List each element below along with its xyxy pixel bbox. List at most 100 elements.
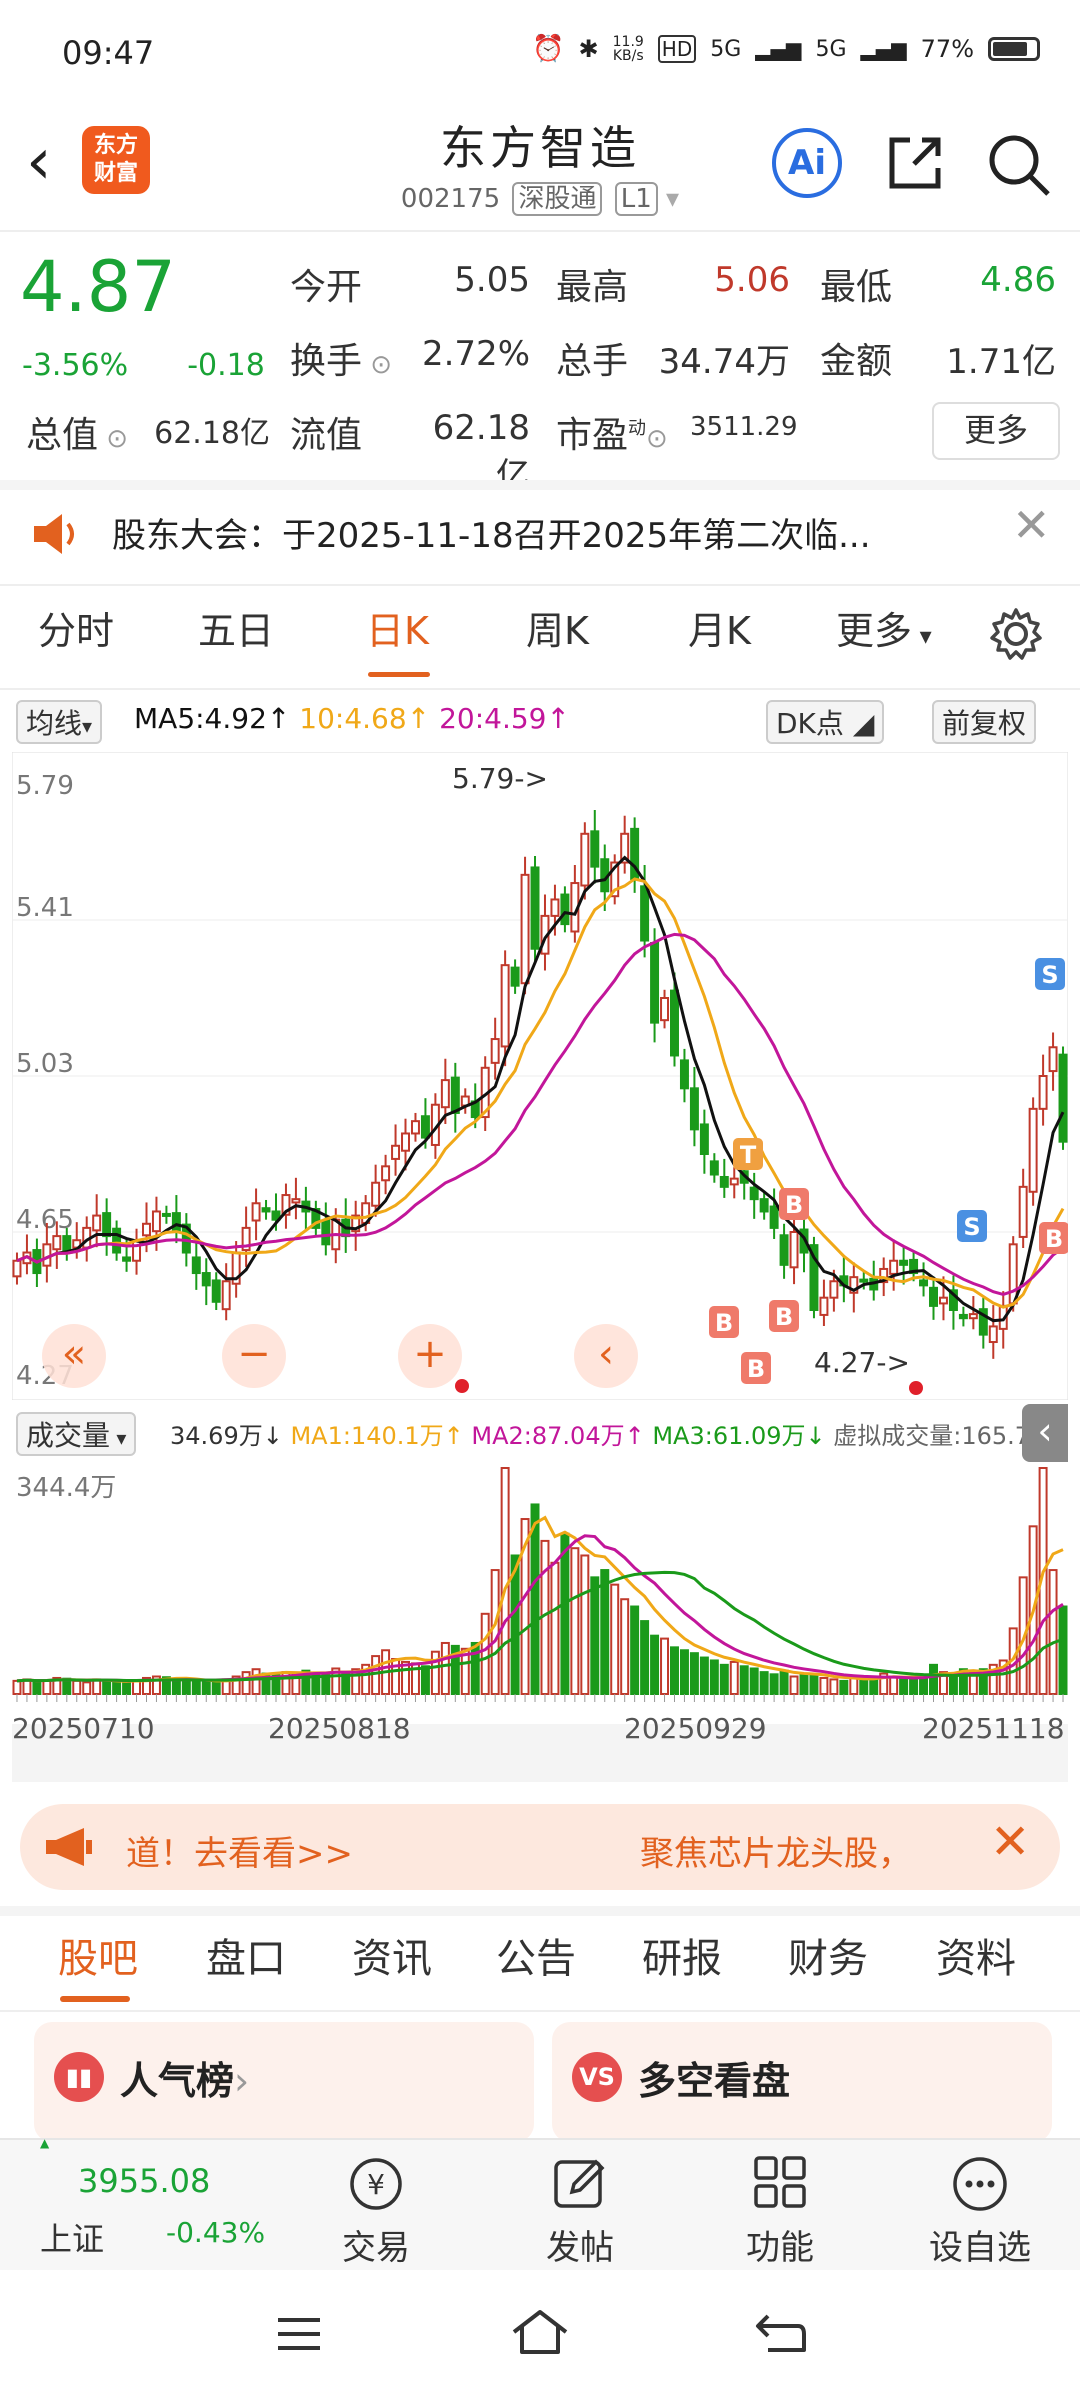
indicator-select[interactable]: 成交量 ▾ bbox=[16, 1412, 137, 1456]
tab-five-day[interactable]: 五日 bbox=[198, 600, 274, 655]
divider bbox=[0, 688, 1080, 690]
zoom-out-icon[interactable]: − bbox=[222, 1324, 286, 1388]
tab-orderbook[interactable]: 盘口 bbox=[206, 1926, 286, 1984]
candle-body bbox=[291, 1198, 301, 1204]
info-icon[interactable]: ⊙ bbox=[98, 424, 128, 454]
candle-body bbox=[1008, 1243, 1018, 1305]
divider bbox=[0, 2010, 1080, 2012]
candle-body bbox=[12, 1259, 22, 1278]
volume-bar bbox=[1058, 1605, 1068, 1695]
volume-bar bbox=[72, 1679, 82, 1696]
vol-ma2: MA2:87.04万↑ bbox=[471, 1422, 645, 1450]
volume-bar bbox=[1048, 1569, 1058, 1695]
vol-ma3: MA3:61.09万↓ bbox=[652, 1422, 826, 1450]
adjust-button[interactable]: 前复权 bbox=[932, 700, 1037, 744]
close-icon[interactable]: ✕ bbox=[990, 1814, 1030, 1870]
settings-gear-icon[interactable] bbox=[988, 606, 1044, 662]
candle-body bbox=[938, 1296, 948, 1305]
share-icon[interactable] bbox=[884, 132, 946, 194]
tab-daily-k[interactable]: 日K bbox=[366, 600, 429, 655]
volume-bar bbox=[809, 1674, 819, 1696]
signal-label: T bbox=[740, 1141, 757, 1169]
volume-bar bbox=[899, 1676, 909, 1695]
candle-body bbox=[321, 1219, 331, 1246]
candle-body bbox=[958, 1313, 968, 1320]
ma10-text: 10:4.68 bbox=[299, 702, 407, 735]
notice-bar[interactable]: 股东大会：于2025-11-18召开2025年第二次临... ✕ bbox=[0, 484, 1080, 584]
ai-button[interactable]: Ai bbox=[772, 128, 842, 198]
status-time: 09:47 bbox=[62, 34, 155, 72]
candle-body bbox=[500, 964, 510, 1048]
candle-body bbox=[729, 1177, 739, 1186]
candle-body bbox=[660, 997, 670, 1022]
volume-bar bbox=[709, 1659, 719, 1696]
close-icon[interactable]: ✕ bbox=[1012, 498, 1051, 552]
tab-news[interactable]: 资讯 bbox=[352, 1926, 432, 1984]
tab-profile[interactable]: 资料 bbox=[936, 1926, 1016, 1984]
floatcap-label: 流值 bbox=[290, 415, 363, 456]
candle-body bbox=[102, 1212, 112, 1238]
candle-body bbox=[988, 1325, 998, 1344]
ma-type-select[interactable]: 均线▾ bbox=[16, 700, 103, 744]
home-icon[interactable] bbox=[508, 2306, 572, 2358]
back-icon[interactable] bbox=[754, 2310, 808, 2356]
scroll-left-icon[interactable]: ‹ bbox=[574, 1324, 638, 1388]
info-icon[interactable]: ⊙ bbox=[362, 350, 392, 380]
candle-body bbox=[670, 989, 679, 1057]
vol-ma3-text: MA3:61.09万 bbox=[652, 1422, 806, 1450]
tab-weekly-k[interactable]: 周K bbox=[526, 600, 589, 655]
banner-text-right: 聚焦芯片龙头股， bbox=[640, 1834, 912, 1874]
tab-announcements[interactable]: 公告 bbox=[496, 1926, 576, 1984]
app-header: ‹ 东方 财富 东方智造 002175 深股通 L1 ▾ Ai bbox=[0, 110, 1080, 230]
candle-body bbox=[211, 1279, 221, 1303]
caret-down-icon[interactable]: ▾ bbox=[666, 184, 679, 214]
search-icon[interactable] bbox=[986, 132, 1052, 198]
longshort-card[interactable]: VS 多空看盘 bbox=[552, 2022, 1052, 2142]
pe-label: 市盈动⊙ bbox=[556, 406, 668, 458]
tab-more-label: 更多 bbox=[836, 609, 913, 653]
watchlist-label: 设自选 bbox=[929, 2228, 1031, 2268]
banner-text-left: 道！去看看>> bbox=[126, 1834, 353, 1874]
candle-body bbox=[749, 1186, 759, 1201]
tab-forum[interactable]: 股吧 bbox=[58, 1926, 138, 1984]
volume-bar bbox=[620, 1598, 630, 1695]
rewind-icon[interactable]: « bbox=[42, 1324, 106, 1388]
candle-body bbox=[1038, 1075, 1048, 1110]
volume-chart[interactable]: 344.4万 20250710 20250818 20250929 20251118 bbox=[12, 1462, 1068, 1782]
ma5-value: MA5:4.92↑ bbox=[134, 702, 291, 735]
candle-body bbox=[829, 1280, 839, 1299]
volume-bar bbox=[32, 1680, 42, 1695]
promo-banner[interactable]: 道！去看看>> 聚焦芯片龙头股， ✕ bbox=[20, 1804, 1060, 1890]
tab-more[interactable]: 更多 ▾ bbox=[836, 600, 932, 655]
function-label: 功能 bbox=[746, 2228, 814, 2268]
kline-chart[interactable]: 5.795.415.034.654.275.79->4.27->BBBTBSSB bbox=[12, 752, 1068, 1400]
candle-body bbox=[151, 1210, 161, 1233]
tab-underline bbox=[368, 672, 430, 677]
info-icon[interactable]: ⊙ bbox=[646, 424, 668, 454]
candle-body bbox=[420, 1115, 430, 1139]
candle-body bbox=[560, 893, 570, 926]
tab-finance[interactable]: 财务 bbox=[788, 1926, 868, 1984]
menu-icon[interactable] bbox=[274, 2314, 324, 2354]
index-ticker[interactable]: ▲ 3955.08 上证 -0.43% bbox=[0, 2136, 300, 2270]
tab-monthly-k[interactable]: 月K bbox=[688, 600, 751, 655]
signal-5g-1: 5G bbox=[710, 36, 742, 62]
popularity-card[interactable]: ▮▮ 人气榜› bbox=[34, 2022, 534, 2142]
vol-text: 34.69万 bbox=[170, 1422, 263, 1450]
tab-research[interactable]: 研报 bbox=[642, 1926, 722, 1984]
volume-bar bbox=[480, 1612, 490, 1696]
volume-bar bbox=[769, 1673, 779, 1696]
volume-bar bbox=[590, 1576, 600, 1695]
zoom-in-icon[interactable]: + bbox=[398, 1324, 462, 1388]
tab-intraday[interactable]: 分时 bbox=[38, 600, 114, 655]
collapse-panel-icon[interactable]: ‹ bbox=[1022, 1404, 1068, 1462]
candle-body bbox=[530, 866, 540, 950]
candle-body bbox=[221, 1280, 231, 1311]
turnover-label: 换手 ⊙ bbox=[290, 332, 392, 384]
more-button[interactable]: 更多 bbox=[932, 402, 1060, 460]
candle-body bbox=[440, 1079, 450, 1109]
candle-body bbox=[789, 1231, 799, 1269]
dk-point-button[interactable]: DK点 ◢ bbox=[766, 700, 885, 744]
ma-type-label: 均线 bbox=[26, 707, 83, 740]
candle-body bbox=[769, 1205, 779, 1229]
